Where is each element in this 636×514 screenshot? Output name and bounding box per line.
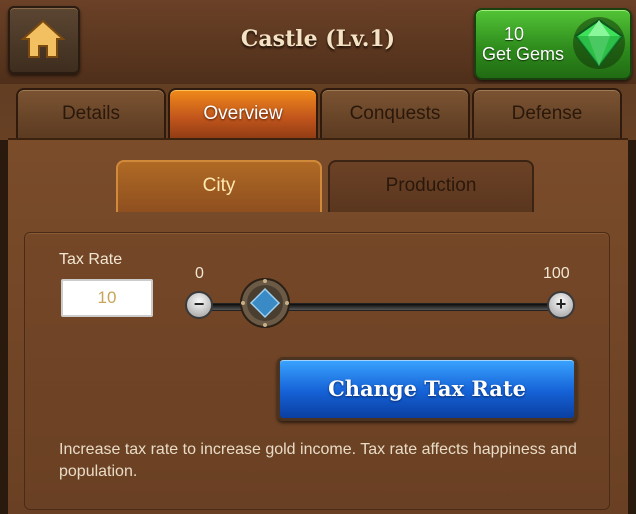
tax-description: Increase tax rate to increase gold incom… — [59, 441, 577, 480]
tax-rate-label: Tax Rate — [59, 251, 123, 268]
page-title: Castle (Lv.1) — [240, 26, 396, 52]
subtab-label: Production — [385, 175, 477, 196]
left-border — [0, 140, 8, 514]
tab-label: Defense — [511, 103, 583, 124]
home-icon — [20, 19, 66, 58]
tax-panel: Tax Rate 10 0 100 − + Change Tax Rate In… — [24, 232, 610, 510]
content-area: City Production Tax Rate 10 0 100 − + Ch… — [8, 138, 628, 514]
decrease-button[interactable]: − — [185, 291, 213, 319]
main-tabs: Details Overview Conquests Defense — [0, 84, 636, 140]
subtab-city[interactable]: City — [116, 160, 322, 212]
slider-max-label: 100 — [543, 265, 570, 282]
subtab-label: City — [202, 175, 236, 196]
tab-conquests[interactable]: Conquests — [320, 88, 470, 140]
tab-defense[interactable]: Defense — [472, 88, 622, 140]
tab-overview[interactable]: Overview — [168, 88, 318, 140]
get-gems-button[interactable]: 10 Get Gems — [474, 8, 632, 80]
tax-slider-thumb[interactable] — [239, 277, 291, 329]
tax-rate-input[interactable]: 10 — [61, 279, 153, 317]
home-button[interactable] — [8, 6, 80, 74]
tab-label: Overview — [203, 103, 283, 124]
increase-button[interactable]: + — [547, 291, 575, 319]
change-tax-rate-button[interactable]: Change Tax Rate — [277, 357, 577, 421]
gem-icon — [573, 17, 625, 69]
gems-count: 10 — [504, 24, 525, 44]
header-bar: Castle (Lv.1) 10 Get Gems — [0, 0, 636, 84]
tab-label: Details — [61, 103, 121, 124]
slider-min-label: 0 — [195, 265, 204, 282]
tab-label: Conquests — [349, 103, 441, 124]
subtab-production[interactable]: Production — [328, 160, 534, 212]
right-border — [628, 140, 636, 514]
gems-label: Get Gems — [482, 44, 565, 64]
tab-details[interactable]: Details — [16, 88, 166, 140]
castle-screen: Castle (Lv.1) 10 Get Gems Details Overvi… — [0, 0, 636, 514]
